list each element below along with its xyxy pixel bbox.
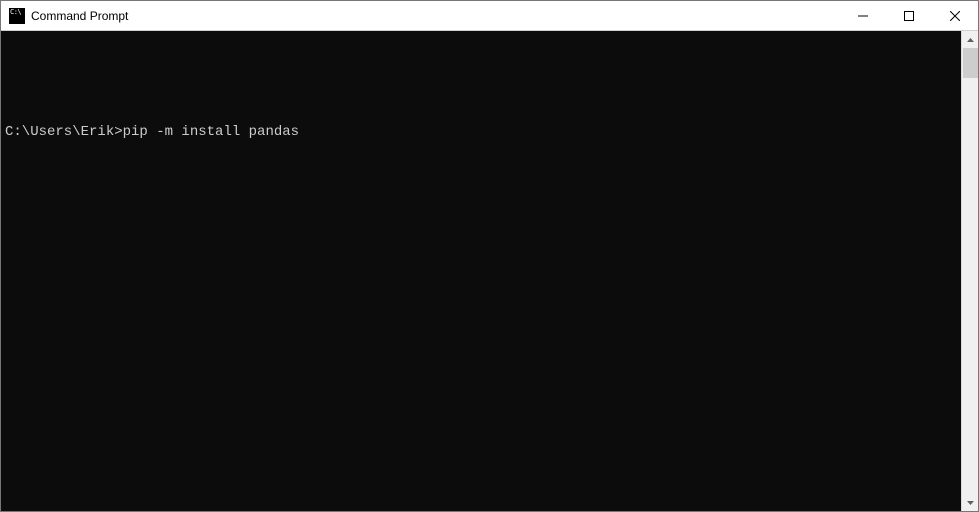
maximize-icon bbox=[904, 11, 914, 21]
close-button[interactable] bbox=[932, 1, 978, 30]
app-icon bbox=[9, 8, 25, 24]
prompt-line: C:\Users\Erik>pip -m install pandas bbox=[5, 123, 957, 141]
window-title: Command Prompt bbox=[31, 9, 128, 23]
titlebar[interactable]: Command Prompt bbox=[1, 1, 978, 31]
vertical-scrollbar[interactable] bbox=[961, 31, 978, 511]
minimize-icon bbox=[858, 11, 868, 21]
window-frame: Command Prompt C:\U bbox=[0, 0, 979, 512]
minimize-button[interactable] bbox=[840, 1, 886, 30]
blank-line bbox=[5, 69, 957, 87]
close-icon bbox=[950, 11, 960, 21]
command-text: pip -m install pandas bbox=[123, 124, 299, 140]
console-output[interactable]: C:\Users\Erik>pip -m install pandas bbox=[1, 31, 961, 511]
scroll-up-button[interactable] bbox=[962, 31, 979, 48]
scroll-thumb[interactable] bbox=[963, 48, 978, 78]
maximize-button[interactable] bbox=[886, 1, 932, 30]
chevron-up-icon bbox=[967, 38, 974, 42]
window-controls bbox=[840, 1, 978, 30]
chevron-down-icon bbox=[967, 501, 974, 505]
scroll-down-button[interactable] bbox=[962, 494, 979, 511]
prompt-text: C:\Users\Erik> bbox=[5, 124, 123, 140]
content-area: C:\Users\Erik>pip -m install pandas bbox=[1, 31, 978, 511]
